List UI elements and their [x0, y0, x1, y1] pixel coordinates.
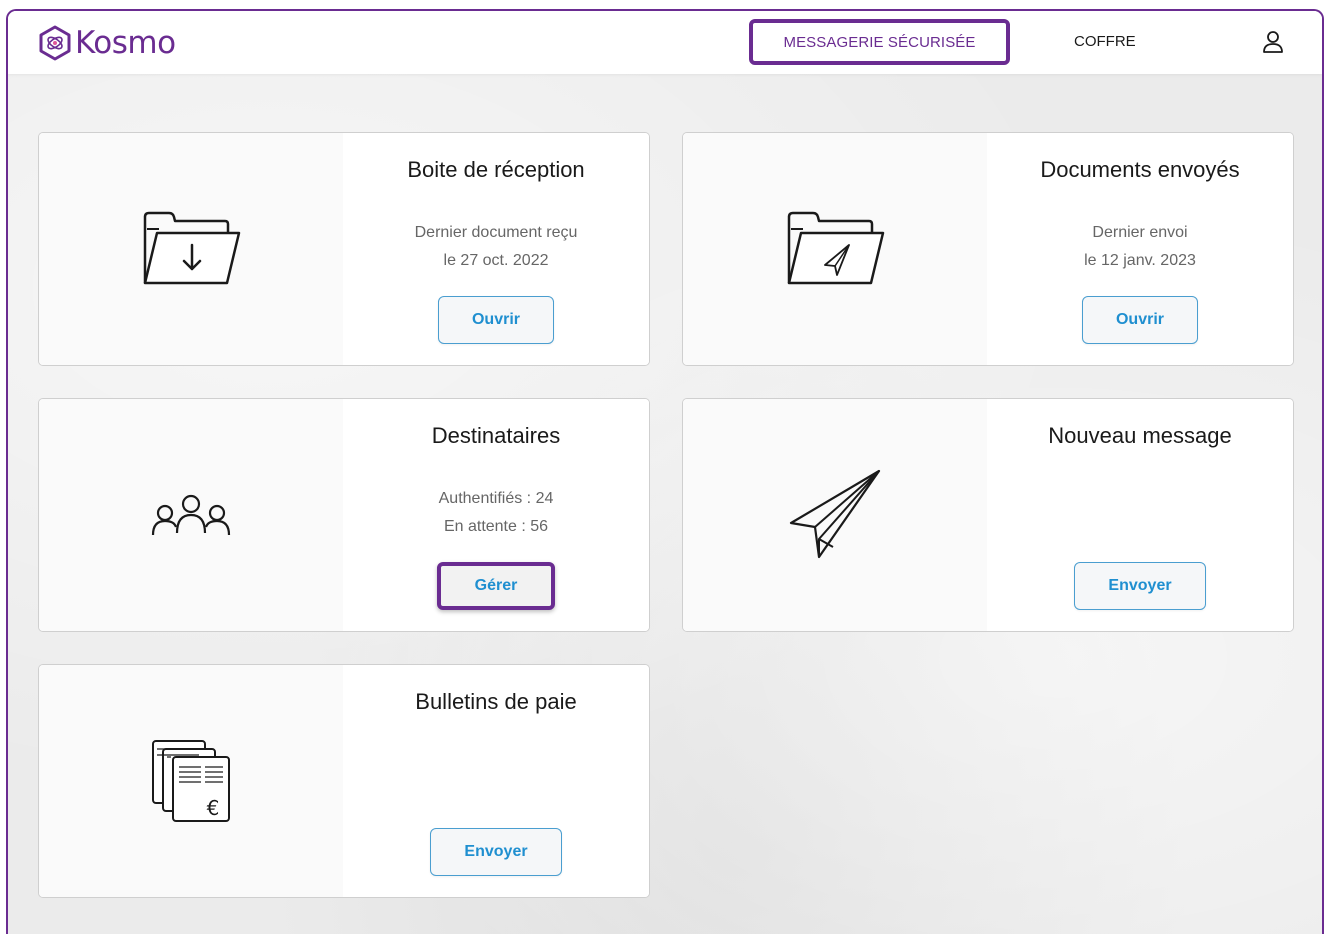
card-payslips-icon-area: €: [39, 665, 343, 897]
user-icon[interactable]: [1261, 28, 1285, 58]
pending-count: En attente : 56: [443, 518, 549, 535]
card-new-message-content: Nouveau message Envoyer: [987, 399, 1293, 631]
svg-text:€: €: [207, 796, 220, 820]
folder-download-icon: [143, 211, 241, 285]
group-users-icon: [151, 494, 231, 536]
nav-messagerie-securisee[interactable]: MESSAGERIE SÉCURISÉE: [749, 19, 1010, 65]
top-header: Kosmo MESSAGERIE SÉCURISÉE COFFRE: [8, 11, 1322, 74]
last-document-date: le 27 oct. 2022: [443, 252, 549, 269]
card-new-message: Nouveau message Envoyer: [682, 398, 1294, 632]
card-subtitle: Dernier document reçu le 27 oct. 2022: [343, 219, 649, 275]
kosmo-logo-icon: [39, 25, 71, 61]
card-payslips: € Bulletins de paie Envoyer: [38, 664, 650, 898]
card-subtitle: Dernier envoi le 12 janv. 2023: [987, 219, 1293, 275]
last-sent-date: le 12 janv. 2023: [1084, 252, 1196, 269]
card-inbox-content: Boite de réception Dernier document reçu…: [343, 133, 649, 365]
card-sent-content: Documents envoyés Dernier envoi le 12 ja…: [987, 133, 1293, 365]
send-payslips-button[interactable]: Envoyer: [430, 828, 562, 876]
open-inbox-button[interactable]: Ouvrir: [438, 296, 554, 344]
card-payslips-content: Bulletins de paie Envoyer: [343, 665, 649, 897]
card-inbox: Boite de réception Dernier document reçu…: [38, 132, 650, 366]
card-subtitle: Authentifiés : 24 En attente : 56: [343, 485, 649, 541]
nav-coffre[interactable]: COFFRE: [1074, 33, 1136, 50]
card-recipients-icon-area: [39, 399, 343, 631]
card-title: Nouveau message: [1048, 423, 1232, 448]
logo[interactable]: Kosmo: [37, 25, 176, 61]
card-title: Boite de réception: [407, 157, 585, 182]
card-recipients-content: Destinataires Authentifiés : 24 En atten…: [343, 399, 649, 631]
authenticated-count: Authentifiés : 24: [438, 490, 554, 507]
app-window: Kosmo MESSAGERIE SÉCURISÉE COFFRE Boite …: [6, 9, 1324, 934]
logo-text: Kosmo: [75, 25, 176, 61]
paper-plane-icon: [789, 469, 881, 559]
card-title: Bulletins de paie: [415, 689, 577, 714]
card-title: Destinataires: [431, 423, 561, 448]
card-title: Documents envoyés: [1040, 157, 1240, 182]
last-document-label: Dernier document reçu: [414, 224, 578, 241]
card-new-message-icon-area: [683, 399, 987, 631]
folder-sent-icon: [787, 211, 885, 285]
manage-recipients-button[interactable]: Gérer: [437, 562, 555, 610]
card-recipients: Destinataires Authentifiés : 24 En atten…: [38, 398, 650, 632]
open-sent-button[interactable]: Ouvrir: [1082, 296, 1198, 344]
last-sent-label: Dernier envoi: [1092, 224, 1188, 241]
payslip-documents-icon: €: [152, 740, 230, 822]
card-inbox-icon-area: [39, 133, 343, 365]
card-sent-icon-area: [683, 133, 987, 365]
card-sent: Documents envoyés Dernier envoi le 12 ja…: [682, 132, 1294, 366]
send-message-button[interactable]: Envoyer: [1074, 562, 1206, 610]
